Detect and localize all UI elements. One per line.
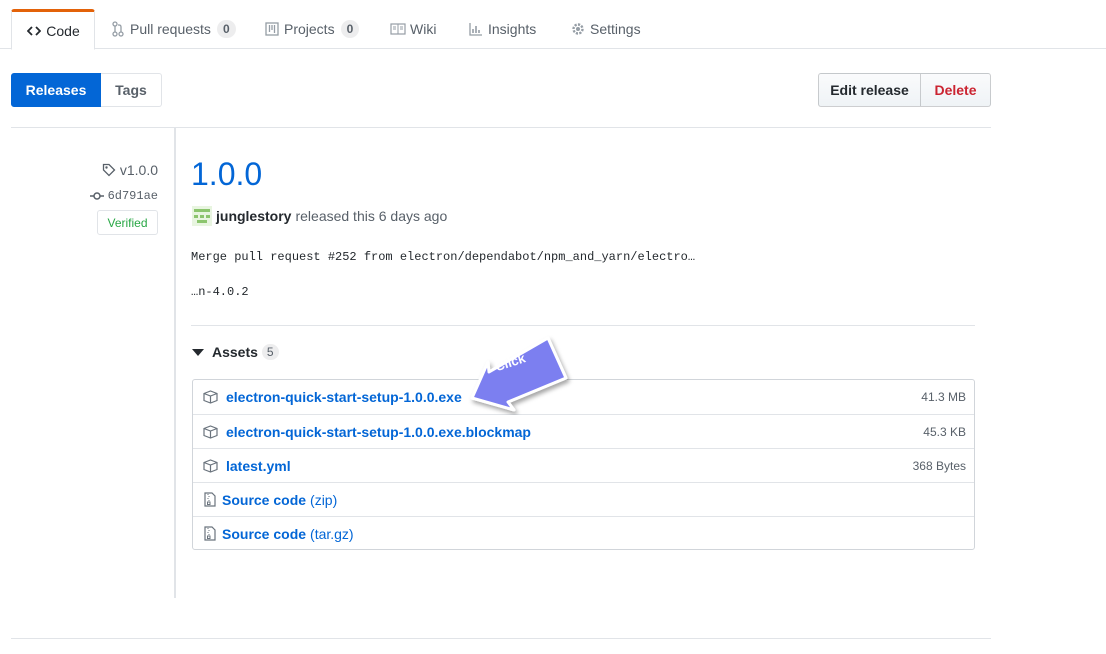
file-zip-icon xyxy=(202,492,218,508)
asset-download-link[interactable]: latest.yml xyxy=(226,458,291,474)
verified-badge[interactable]: Verified xyxy=(97,210,158,235)
asset-download-link[interactable]: electron-quick-start-setup-1.0.0.exe xyxy=(226,389,462,405)
asset-format: (zip) xyxy=(310,491,338,508)
package-icon xyxy=(202,424,218,440)
asset-size: 45.3 KB xyxy=(923,424,966,439)
divider xyxy=(11,638,991,639)
released-text: released this 6 days ago xyxy=(295,208,448,224)
timeline-line xyxy=(174,128,176,598)
edit-release-button[interactable]: Edit release xyxy=(818,73,921,107)
release-subnav: Releases Tags xyxy=(11,73,162,107)
asset-size: 41.3 MB xyxy=(921,390,966,404)
code-icon xyxy=(26,23,42,39)
tags-tab[interactable]: Tags xyxy=(101,73,162,107)
tab-pull-requests[interactable]: Pull requests 0 xyxy=(110,9,236,49)
projects-counter: 0 xyxy=(340,20,360,38)
tab-projects[interactable]: Projects 0 xyxy=(264,9,360,49)
asset-row: electron-quick-start-setup-1.0.0.exe 41.… xyxy=(193,380,974,414)
asset-size: 368 Bytes xyxy=(912,458,966,473)
package-icon xyxy=(202,458,218,474)
assets-list: electron-quick-start-setup-1.0.0.exe 41.… xyxy=(192,379,975,550)
commit-sha: 6d791ae xyxy=(107,189,158,203)
pull-request-icon xyxy=(110,21,126,37)
release-tag[interactable]: v1.0.0 xyxy=(102,162,158,178)
tab-settings[interactable]: Settings xyxy=(570,9,641,49)
asset-download-link[interactable]: electron-quick-start-setup-1.0.0.exe.blo… xyxy=(226,424,531,440)
graph-icon xyxy=(468,21,484,37)
repo-tabnav: Code Pull requests 0 Projects 0 Wiki Ins… xyxy=(0,0,1106,50)
asset-name: Source code xyxy=(222,525,307,542)
assets-counter: 5 xyxy=(261,344,279,360)
divider xyxy=(191,325,975,326)
delete-release-button[interactable]: Delete xyxy=(921,73,991,107)
assets-label: Assets xyxy=(212,344,258,360)
release-actions: Edit release Delete xyxy=(818,73,991,107)
tab-label: Projects xyxy=(284,21,335,37)
pr-counter: 0 xyxy=(216,20,236,38)
tag-label: v1.0.0 xyxy=(119,162,158,178)
asset-name: Source code xyxy=(222,491,307,508)
assets-toggle[interactable]: Assets 5 xyxy=(192,344,279,360)
divider xyxy=(11,127,991,128)
book-icon xyxy=(390,21,406,37)
asset-row: Source code (tar.gz) xyxy=(193,516,974,550)
tab-label: Pull requests xyxy=(130,21,211,37)
tab-label: Code xyxy=(46,22,80,39)
file-zip-icon xyxy=(202,526,218,542)
tab-label: Wiki xyxy=(410,21,437,37)
source-code-targz-link[interactable]: Source code (tar.gz) xyxy=(222,526,354,542)
commit-icon xyxy=(89,191,104,201)
source-code-zip-link[interactable]: Source code (zip) xyxy=(222,492,337,508)
gear-icon xyxy=(570,21,586,37)
release-commit[interactable]: 6d791ae xyxy=(89,189,158,203)
avatar[interactable] xyxy=(192,206,212,226)
project-icon xyxy=(264,21,280,37)
author-link[interactable]: junglestory xyxy=(216,208,291,224)
release-byline: junglestory released this 6 days ago xyxy=(192,206,447,226)
tab-label: Settings xyxy=(590,21,641,37)
asset-row: Source code (zip) xyxy=(193,482,974,516)
release-body-line: …n-4.0.2 xyxy=(191,285,249,299)
releases-tab[interactable]: Releases xyxy=(11,73,101,107)
caret-down-icon xyxy=(192,348,204,356)
asset-row: latest.yml 368 Bytes xyxy=(193,448,974,482)
click-callout-arrow xyxy=(470,336,568,412)
release-body-line: Merge pull request #252 from electron/de… xyxy=(191,250,696,264)
asset-row: electron-quick-start-setup-1.0.0.exe.blo… xyxy=(193,414,974,448)
asset-format: (tar.gz) xyxy=(310,525,354,542)
release-title[interactable]: 1.0.0 xyxy=(191,156,262,193)
tab-wiki[interactable]: Wiki xyxy=(390,9,436,49)
package-icon xyxy=(202,389,218,405)
tab-label: Insights xyxy=(488,21,537,37)
tag-icon xyxy=(102,163,116,177)
tab-insights[interactable]: Insights xyxy=(468,9,536,49)
tab-code[interactable]: Code xyxy=(11,9,95,50)
